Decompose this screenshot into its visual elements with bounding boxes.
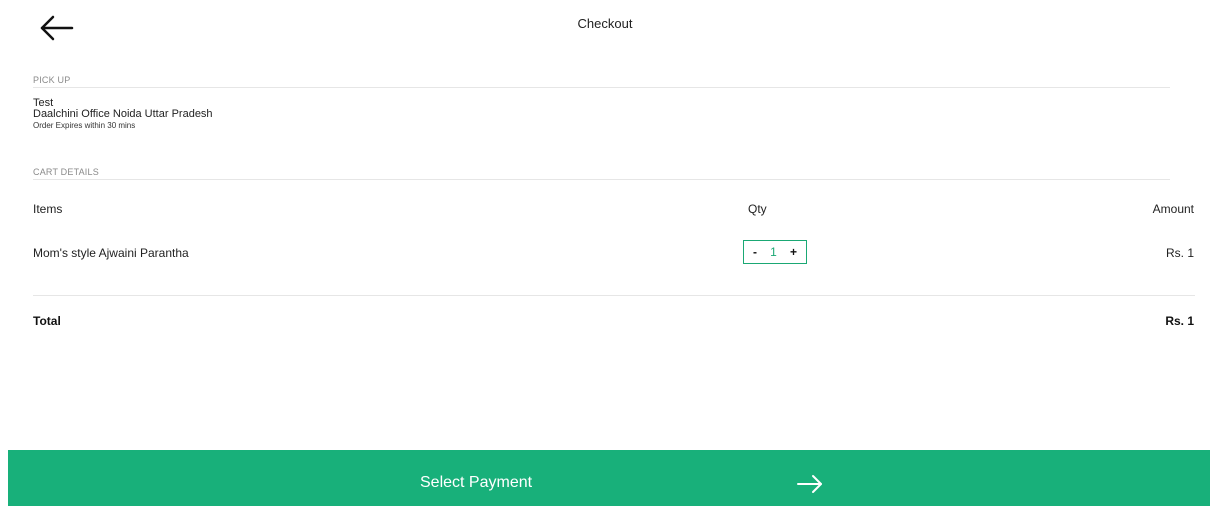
qty-value: 1 <box>770 245 777 259</box>
column-header-qty: Qty <box>748 202 767 216</box>
select-payment-label: Select Payment <box>420 474 533 491</box>
pickup-address: Daalchini Office Noida Uttar Pradesh <box>33 108 213 120</box>
cart-divider <box>33 179 1170 180</box>
total-label: Total <box>33 314 61 328</box>
column-header-amount: Amount <box>1152 202 1194 216</box>
pickup-section-label: PICK UP <box>33 75 71 85</box>
page-title: Checkout <box>577 16 633 31</box>
column-header-items: Items <box>33 202 63 216</box>
cart-item-amount: Rs. 1 <box>1165 246 1194 260</box>
quantity-stepper: - 1 + <box>743 240 807 264</box>
checkout-page: Checkout PICK UP Test Daalchini Office N… <box>0 0 1210 506</box>
total-divider <box>33 295 1195 296</box>
total-amount: Rs. 1 <box>1165 314 1194 328</box>
cart-section-label: CART DETAILS <box>33 167 99 177</box>
select-payment-button[interactable]: Select Payment <box>8 450 1210 506</box>
increase-qty-button[interactable]: + <box>790 245 797 259</box>
cart-item-name: Mom's style Ajwaini Parantha <box>33 246 189 260</box>
order-expiry-note: Order Expires within 30 mins <box>33 121 136 130</box>
decrease-qty-button[interactable]: - <box>753 245 757 259</box>
pickup-divider <box>33 87 1170 88</box>
arrow-right-icon <box>797 475 822 493</box>
